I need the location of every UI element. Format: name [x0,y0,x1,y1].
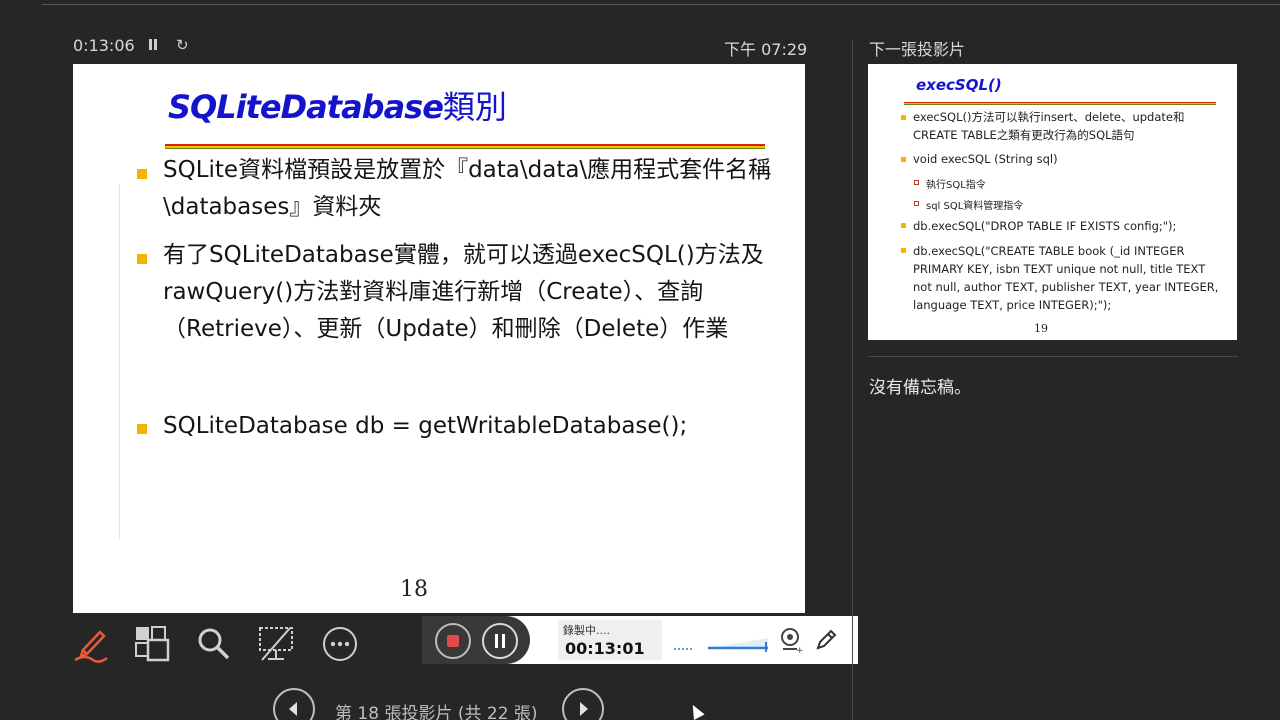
next-sub-bullet-2: sql SQL資料管理指令 [926,201,1024,212]
slide-guide-line [119,184,120,539]
slides-grid-icon[interactable] [132,624,172,664]
bullet-marker [137,254,147,264]
reset-timer-icon[interactable]: ↻ [176,36,189,54]
speaker-notes[interactable]: 沒有備忘稿。 [869,373,971,398]
slide-title-latin: SQLiteDatabase [168,88,444,126]
recording-status-label: 錄製中.... [563,624,610,637]
recording-time: 00:13:01 [565,639,645,658]
top-divider [42,4,1280,5]
current-slide: SQLiteDatabase類別 SQLite資料檔預設是放置於『data\da… [73,64,805,613]
bullet-marker [137,424,147,434]
bullet-marker [901,157,906,162]
bullet-marker [137,169,147,179]
elapsed-timer: 0:13:06 [73,36,135,55]
svg-text:+: + [796,646,804,654]
title-underline [165,144,765,149]
slide-title: SQLiteDatabase類別 [168,82,507,128]
next-slide-button[interactable] [562,688,604,720]
slide-bullet-1: SQLite資料檔預設是放置於『data\data\應用程式套件名稱\datab… [163,157,772,220]
black-screen-icon[interactable] [256,624,296,664]
next-bullet-3: db.execSQL("DROP TABLE IF EXISTS config;… [913,219,1177,233]
slide-bullet-2: 有了SQLiteDatabase實體，就可以透過execSQL()方法及rawQ… [163,242,764,342]
pane-divider[interactable] [852,40,853,720]
audio-level-icon [672,636,772,656]
sub-bullet-marker [914,180,919,185]
mouse-cursor-icon [687,702,705,720]
next-bullet-1: execSQL()方法可以執行insert、delete、update和CREA… [913,110,1185,142]
slide-bullet-3: SQLiteDatabase db = getWritableDatabase(… [163,413,688,439]
bullet-marker [901,248,906,253]
next-slide-title: execSQL() [916,76,1002,94]
slide-number: 18 [400,577,428,602]
annotate-pen-icon[interactable] [814,628,838,652]
slide-title-cjk: 類別 [442,88,507,126]
next-bullet-2: void execSQL (String sql) [913,152,1058,166]
pause-timer-icon[interactable] [146,37,160,53]
next-slide-number: 19 [1034,322,1048,335]
sub-bullet-marker [914,201,919,206]
notes-divider [868,356,1238,357]
bullet-marker [901,115,906,120]
next-bullet-4: db.execSQL("CREATE TABLE book (_id INTEG… [913,244,1219,312]
webcam-icon[interactable]: + [778,626,804,656]
more-options-icon[interactable] [320,624,360,664]
current-clock: 下午 07:29 [724,40,808,59]
next-slide-label: 下一張投影片 [869,40,966,59]
pause-recording-button[interactable] [482,623,518,659]
next-slide-preview[interactable]: execSQL() execSQL()方法可以執行insert、delete、u… [868,64,1237,340]
next-sub-bullet-1: 執行SQL指令 [926,180,986,191]
bullet-marker [901,223,906,228]
zoom-icon[interactable] [194,624,234,664]
slide-counter: 第 18 張投影片 (共 22 張) [335,704,538,720]
next-title-underline [904,102,1216,105]
previous-slide-button[interactable] [273,688,315,720]
pen-icon[interactable] [71,624,111,664]
stop-recording-button[interactable] [435,623,471,659]
